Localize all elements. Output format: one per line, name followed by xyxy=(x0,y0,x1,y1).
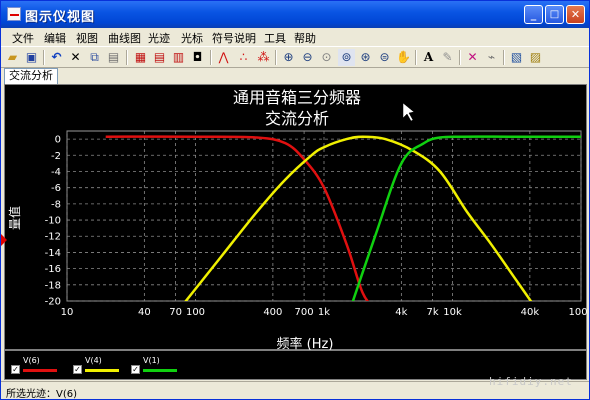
x-tick-label: 70 xyxy=(169,307,182,318)
checkbox-icon[interactable]: ✓ xyxy=(73,365,82,374)
open-icon[interactable]: ▰ xyxy=(4,49,21,66)
zoom-fit-icon[interactable]: ⊚ xyxy=(338,49,355,66)
mouse-cursor-icon xyxy=(402,102,415,122)
legend-line xyxy=(23,369,57,372)
legend-icon[interactable]: ▤ xyxy=(151,49,168,66)
markers-icon[interactable]: ⁂ xyxy=(255,49,272,66)
title-bar[interactable]: 图示仪视图 _ □ ✕ xyxy=(1,1,589,28)
menu-trace[interactable]: 光迹 xyxy=(148,30,170,46)
save-icon[interactable]: ▣ xyxy=(23,49,40,66)
paste-icon[interactable]: ▤ xyxy=(105,49,122,66)
y-tick-label: -8 xyxy=(51,199,61,210)
text-icon[interactable]: A xyxy=(420,49,437,66)
graph-view-window: 图示仪视图 _ □ ✕ 文件 编辑 视图 曲线图 光迹 光标 符号说明 工具 帮… xyxy=(0,0,590,400)
x-tick-label: 4k xyxy=(395,307,407,318)
window-icon[interactable]: ◘ xyxy=(189,49,206,66)
zoom-out-icon[interactable]: ⊖ xyxy=(299,49,316,66)
y-tick-label: -4 xyxy=(51,167,61,178)
zoom-in-icon[interactable]: ⊕ xyxy=(280,49,297,66)
checkbox-icon[interactable]: ✓ xyxy=(11,365,20,374)
menu-legend[interactable]: 符号说明 xyxy=(212,30,256,46)
chart-subtitle: 交流分析 xyxy=(265,109,329,128)
x-tick-label: 100k xyxy=(569,307,588,318)
copy-icon[interactable]: ⧉ xyxy=(86,49,103,66)
x-tick-label: 7k xyxy=(427,307,439,318)
print-icon[interactable]: ▨ xyxy=(527,49,544,66)
y-axis-label: 量值 xyxy=(7,206,22,230)
toolbar-separator xyxy=(275,50,277,65)
legend-label: V(4) xyxy=(85,356,102,365)
export-icon[interactable]: ▧ xyxy=(508,49,525,66)
grid-icon[interactable]: ▦ xyxy=(132,49,149,66)
menu-tools[interactable]: 工具 xyxy=(264,30,286,46)
scope-icon[interactable]: ⌁ xyxy=(483,49,500,66)
toolbar-separator xyxy=(43,50,45,65)
window-title: 图示仪视图 xyxy=(25,10,96,25)
y-tick-label: -20 xyxy=(45,297,61,308)
trace-marker-icon xyxy=(1,234,7,246)
trace-icon[interactable]: ⋀ xyxy=(215,49,232,66)
toolbar-separator xyxy=(415,50,417,65)
y-tick-label: 0 xyxy=(55,135,61,146)
points-icon[interactable]: ∴ xyxy=(235,49,252,66)
app-icon xyxy=(7,7,21,21)
y-tick-label: -12 xyxy=(45,232,61,243)
series-line-v1[interactable] xyxy=(350,135,581,309)
x-tick-label: 40k xyxy=(521,307,540,318)
x-tick-label: 400 xyxy=(263,307,282,318)
y-tick-label: -18 xyxy=(45,280,61,291)
ac-analysis-chart[interactable]: 通用音箱三分频器 交流分析 频率 (Hz) 量值 10 40 70 100 400 700… xyxy=(5,85,588,351)
legend-line xyxy=(85,369,119,372)
undo-icon[interactable]: ↶ xyxy=(48,49,65,66)
y-tick-label: -2 xyxy=(51,151,61,162)
x-tick-label: 10k xyxy=(443,307,462,318)
zoom-x-icon[interactable]: ⊛ xyxy=(357,49,374,66)
tab-strip: 交流分析 xyxy=(1,68,589,84)
y-tick-label: -10 xyxy=(45,216,61,227)
pan-icon[interactable]: ✋ xyxy=(395,49,412,66)
checkbox-icon[interactable]: ✓ xyxy=(131,365,140,374)
menu-edit[interactable]: 编辑 xyxy=(44,30,66,46)
legend-label: V(1) xyxy=(143,356,160,365)
zoom-icon[interactable]: ⊙ xyxy=(318,49,335,66)
menu-cursor[interactable]: 光标 xyxy=(181,30,203,46)
x-tick-label: 40 xyxy=(138,307,151,318)
toolbar-separator xyxy=(210,50,212,65)
y-tick-label: -14 xyxy=(45,248,61,259)
x-tick-label: 700 xyxy=(295,307,314,318)
cut-icon[interactable]: ✕ xyxy=(67,49,84,66)
legend-line xyxy=(143,369,177,372)
status-text: 所选光迹：V(6) xyxy=(6,389,78,400)
menu-help[interactable]: 帮助 xyxy=(294,30,316,46)
y-tick-label: -16 xyxy=(45,264,61,275)
x-axis-label: 频率 (Hz) xyxy=(277,336,334,351)
maximize-button[interactable]: □ xyxy=(545,5,564,24)
x-tick-label: 100 xyxy=(186,307,205,318)
menu-view[interactable]: 视图 xyxy=(76,30,98,46)
menu-graph[interactable]: 曲线图 xyxy=(108,30,141,46)
toolbar-separator xyxy=(459,50,461,65)
x-tick-label: 1k xyxy=(318,307,330,318)
y-tick-label: -6 xyxy=(51,183,61,194)
x-tick-label: 10 xyxy=(61,307,74,318)
minimize-button[interactable]: _ xyxy=(524,5,543,24)
pen-icon[interactable]: ✎ xyxy=(439,49,456,66)
menu-file[interactable]: 文件 xyxy=(12,30,34,46)
watermark-text: hifidiy.net xyxy=(489,375,573,388)
legend-label: V(6) xyxy=(23,356,40,365)
overlay-icon[interactable]: ✕ xyxy=(464,49,481,66)
chart-title: 通用音箱三分频器 xyxy=(233,88,361,107)
close-button[interactable]: ✕ xyxy=(566,5,585,24)
plot-area[interactable]: 通用音箱三分频器 交流分析 频率 (Hz) 量值 10 40 70 100 400 700… xyxy=(4,84,588,351)
toolbar-separator xyxy=(503,50,505,65)
series-line-v6[interactable] xyxy=(105,135,375,309)
bars-icon[interactable]: ▥ xyxy=(170,49,187,66)
tab-ac-analysis[interactable]: 交流分析 xyxy=(4,68,58,84)
zoom-y-icon[interactable]: ⊜ xyxy=(376,49,393,66)
toolbar-separator xyxy=(126,50,128,65)
toolbar: ▰ ▣ ↶ ✕ ⧉ ▤ ▦ ▤ ▥ ◘ ⋀ ∴ ⁂ ⊕ ⊖ ⊙ ⊚ ⊛ ⊜ ✋ … xyxy=(1,46,589,68)
menu-bar: 文件 编辑 视图 曲线图 光迹 光标 符号说明 工具 帮助 xyxy=(1,28,589,46)
